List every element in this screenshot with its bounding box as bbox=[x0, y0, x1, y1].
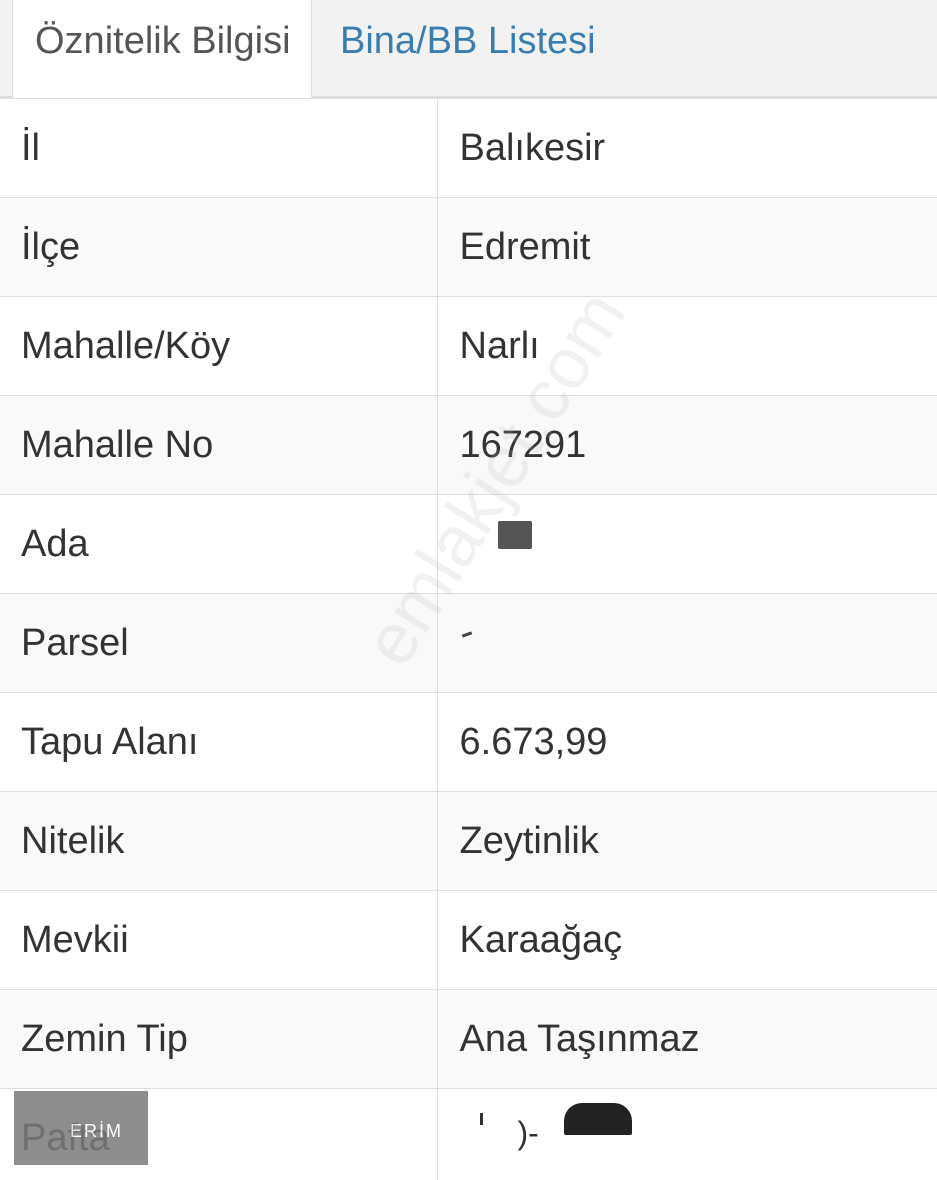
row-value-pafta: )- bbox=[436, 1088, 937, 1180]
table-row: Mahalle/Köy Narlı bbox=[0, 296, 937, 396]
table-row: İl Balıkesir bbox=[0, 98, 937, 198]
redaction-mark bbox=[497, 521, 532, 550]
row-label-ada: Ada bbox=[0, 494, 437, 594]
row-label-mahalle-koy: Mahalle/Köy bbox=[0, 296, 437, 396]
attribute-table-container: İl Balıkesir İlçe Edremit Mahalle/Köy Na… bbox=[0, 98, 937, 1180]
row-label-il: İl bbox=[0, 98, 437, 198]
row-value-ilce: Edremit bbox=[436, 197, 937, 297]
row-value-ada bbox=[436, 494, 937, 594]
table-row: Tapu Alanı 6.673,99 bbox=[0, 692, 937, 792]
table-row: Ada bbox=[0, 494, 937, 594]
row-value-zemin-tip: Ana Taşınmaz bbox=[436, 989, 937, 1089]
redacted-pafta-value: )- bbox=[460, 1103, 660, 1153]
row-value-mahalle-koy: Narlı bbox=[436, 296, 937, 396]
table-row: Nitelik Zeytinlik bbox=[0, 791, 937, 891]
row-label-ilce: İlçe bbox=[0, 197, 437, 297]
tab-bar: Öznitelik Bilgisi Bina/BB Listesi bbox=[0, 0, 937, 100]
row-label-mahalle-no: Mahalle No bbox=[0, 395, 437, 495]
row-value-parsel bbox=[436, 593, 937, 693]
row-value-tapu-alani: 6.673,99 bbox=[436, 692, 937, 792]
table-row: Mahalle No 167291 bbox=[0, 395, 937, 495]
attribute-table: İl Balıkesir İlçe Edremit Mahalle/Köy Na… bbox=[0, 98, 937, 1180]
watermark-logo-text: ERİM bbox=[70, 1121, 123, 1141]
tab-bina-bb-listesi[interactable]: Bina/BB Listesi bbox=[340, 0, 596, 98]
table-row: İlçe Edremit bbox=[0, 197, 937, 297]
row-value-nitelik: Zeytinlik bbox=[436, 791, 937, 891]
redaction-mark bbox=[461, 631, 472, 638]
row-label-mevkii: Mevkii bbox=[0, 890, 437, 990]
row-label-zemin-tip: Zemin Tip bbox=[0, 989, 437, 1089]
table-row: Mevkii Karaağaç bbox=[0, 890, 937, 990]
tab-oznitelik-bilgisi[interactable]: Öznitelik Bilgisi bbox=[12, 0, 312, 100]
row-value-mevkii: Karaağaç bbox=[436, 890, 937, 990]
row-value-il: Balıkesir bbox=[436, 98, 937, 198]
table-row: Zemin Tip Ana Taşınmaz bbox=[0, 989, 937, 1089]
row-value-mahalle-no: 167291 bbox=[436, 395, 937, 495]
row-label-tapu-alani: Tapu Alanı bbox=[0, 692, 437, 792]
row-label-parsel: Parsel bbox=[0, 593, 437, 693]
table-row: Parsel bbox=[0, 593, 937, 693]
row-label-nitelik: Nitelik bbox=[0, 791, 437, 891]
watermark-logo: ERİM bbox=[14, 1091, 148, 1165]
